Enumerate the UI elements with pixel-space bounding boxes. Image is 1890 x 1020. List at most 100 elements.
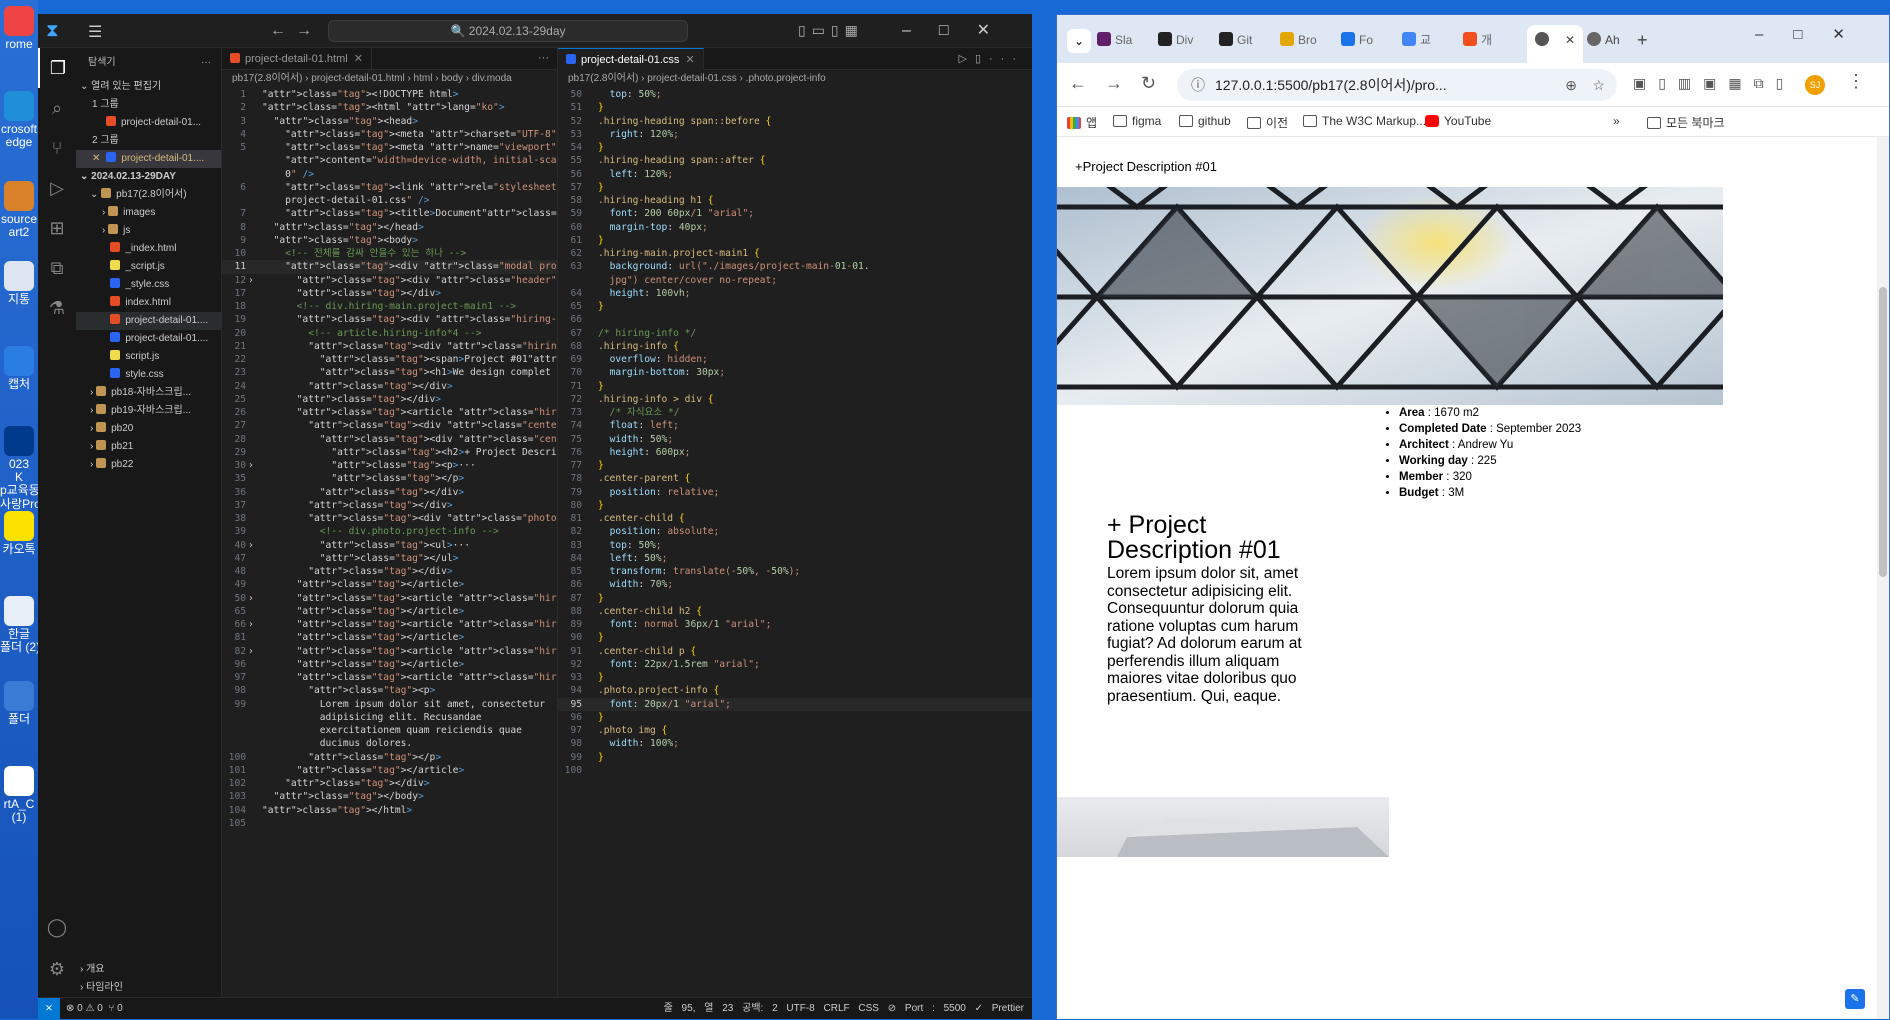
more-menu-icon[interactable]: ⋮ — [1847, 71, 1865, 92]
code-line[interactable]: jpg") center/cover no-repeat; — [558, 274, 1032, 287]
code-line[interactable]: 67 /* hiring-info */ — [558, 327, 1032, 340]
code-line[interactable]: 59 font: 200 60px/1 "arial"; — [558, 207, 1032, 220]
code-line[interactable]: 94 .photo.project-info { — [558, 684, 1032, 697]
code-line[interactable]: 75 width: 50%; — [558, 433, 1032, 446]
code-line[interactable]: 7 "attr">class="tag"><title>Document"att… — [222, 207, 557, 220]
tab-active[interactable]: ✕ — [1527, 25, 1584, 63]
code-line[interactable]: adipisicing elit. Recusandae — [222, 711, 557, 724]
tab-search-chevron-icon[interactable]: ⌄ — [1067, 29, 1091, 53]
code-line[interactable]: 66 › "attr">class="tag"><article "attr">c… — [222, 618, 557, 631]
open-editors-section[interactable]: ⌄ 열려 있는 편집기 — [76, 78, 221, 96]
tree-item[interactable]: _style.css — [76, 276, 221, 294]
code-line[interactable]: 5 "attr">class="tag"><meta "attr">name="… — [222, 141, 557, 154]
desktop-shortcut[interactable]: 지통 — [0, 261, 38, 306]
status-right-items[interactable]: 줄 95, 열 23 공백: 2 UTF-8 CRLF CSS ⊘ Port :… — [664, 998, 1024, 1020]
code-line[interactable]: 99} — [558, 751, 1032, 764]
run-debug-icon[interactable]: ▷ — [38, 168, 76, 208]
code-line[interactable]: 39 <!-- div.photo.project-info --> — [222, 525, 557, 538]
code-line[interactable]: 48 "attr">class="tag"></div> — [222, 565, 557, 578]
desktop-shortcut[interactable]: 캡처 — [0, 346, 38, 391]
code-line[interactable]: 21 "attr">class="tag"><div "attr">class=… — [222, 340, 557, 353]
close-icon[interactable]: ✕ — [354, 53, 363, 65]
code-line[interactable]: 10 <!-- 전체를 감싸 안을수 있는 하나 --> — [222, 247, 557, 260]
account-icon[interactable]: ◯ — [38, 907, 76, 947]
remote-indicator-icon[interactable]: ⨯ — [38, 998, 60, 1020]
editor-group-1[interactable]: 1 그룹 — [76, 96, 221, 114]
code-line[interactable]: 81 "attr">class="tag"></article> — [222, 631, 557, 644]
code-line[interactable]: 81 .center-child { — [558, 512, 1032, 525]
code-line[interactable]: 101 "attr">class="tag"></article> — [222, 764, 557, 777]
code-line[interactable]: 52 .hiring-heading span::before { — [558, 115, 1032, 128]
code-line[interactable]: 18 <!-- div.hiring-main.project-main1 --… — [222, 300, 557, 313]
remote-explorer-icon[interactable]: ⧉ — [38, 248, 76, 288]
bookmark-item[interactable]: figma — [1113, 114, 1161, 128]
code-line[interactable]: 3 "attr">class="tag"><head> — [222, 115, 557, 128]
tree-item[interactable]: style.css — [76, 366, 221, 384]
extension-icons[interactable]: ▣▯▥▣▦⧉▯ — [1633, 75, 1795, 92]
bookmark-item[interactable]: 이전 — [1247, 114, 1288, 131]
code-line[interactable]: 105 — [222, 817, 557, 830]
outline-section[interactable]: › 개요 — [76, 961, 221, 979]
css-code-area[interactable]: 50 top: 50%; 51} 52 .hiring-heading span::b… — [558, 88, 1032, 997]
code-line[interactable]: 95 font: 20px/1 "arial"; — [558, 697, 1032, 711]
fold-chevron-icon[interactable]: › — [248, 539, 254, 552]
browser-tab[interactable]: Fo — [1341, 27, 1373, 53]
code-line[interactable]: 0" /> — [222, 168, 557, 181]
code-line[interactable]: 30 › "attr">class="tag"><p>··· — [222, 459, 557, 472]
desktop-shortcut[interactable]: rtA_C (1) — [0, 766, 38, 824]
explorer-icon[interactable]: ❐ — [38, 48, 76, 88]
code-line[interactable]: 61} — [558, 234, 1032, 247]
browser-tab[interactable]: Bro — [1280, 27, 1317, 53]
bookmark-item[interactable]: 앱 — [1067, 114, 1097, 131]
code-line[interactable]: 88 .center-child h2 { — [558, 605, 1032, 618]
history-nav-arrows[interactable]: ←→ — [270, 22, 322, 40]
code-line[interactable]: 12 › "attr">class="tag"><div "attr">class… — [222, 274, 557, 287]
code-line[interactable]: 51} — [558, 101, 1032, 114]
problems-indicator[interactable]: ⊗ 0 ⚠ 0 ⑂ 0 — [66, 998, 123, 1020]
code-line[interactable]: 76 height: 600px; — [558, 446, 1032, 459]
code-line[interactable]: 38 "attr">class="tag"><div "attr">class=… — [222, 512, 557, 525]
code-line[interactable]: 9 "attr">class="tag"><body> — [222, 234, 557, 247]
open-editor-item-active[interactable]: ✕ project-detail-01.... — [76, 150, 221, 168]
code-line[interactable]: 25 "attr">class="tag"></div> — [222, 393, 557, 406]
code-line[interactable]: 82 position: absolute; — [558, 525, 1032, 538]
code-line[interactable]: 98 "attr">class="tag"><p> — [222, 684, 557, 697]
browser-tab[interactable]: Div — [1158, 27, 1193, 53]
layout-toggle-icons[interactable]: ▯▭▯▦ — [798, 22, 864, 39]
desktop-shortcut[interactable]: 폴더 — [0, 681, 38, 726]
tree-item[interactable]: project-detail-01.... — [76, 312, 221, 330]
code-line[interactable]: 29 "attr">class="tag"><h2>+ Project Desc… — [222, 446, 557, 459]
page-scrollbar[interactable] — [1877, 137, 1889, 1019]
code-line[interactable]: 65 "attr">class="tag"></article> — [222, 605, 557, 618]
code-line[interactable]: 84 left: 50%; — [558, 552, 1032, 565]
code-line[interactable]: 22 "attr">class="tag"><span>Project #01"… — [222, 353, 557, 366]
workspace-section[interactable]: ⌄ 2024.02.13-29DAY — [76, 168, 221, 186]
code-line[interactable]: 83 top: 50%; — [558, 539, 1032, 552]
address-bar[interactable]: ⓘ 127.0.0.1:5500/pb17(2.8이어서)/pro... ⊕ ☆ — [1177, 69, 1617, 101]
tree-item[interactable]: index.html — [76, 294, 221, 312]
hamburger-menu-icon[interactable]: ☰ — [88, 22, 102, 42]
tree-item[interactable]: _script.js — [76, 258, 221, 276]
code-line[interactable]: 1 "attr">class="tag"><!DOCTYPE html> — [222, 88, 557, 101]
code-line[interactable]: 102 "attr">class="tag"></div> — [222, 777, 557, 790]
code-line[interactable]: 53 right: 120%; — [558, 128, 1032, 141]
tree-item[interactable]: › pb21 — [76, 438, 221, 456]
code-line[interactable]: 54} — [558, 141, 1032, 154]
desktop-shortcut[interactable]: rome — [0, 6, 38, 51]
edit-pen-icon[interactable]: ✎ — [1845, 989, 1865, 1009]
tab-css-file[interactable]: project-detail-01.css ✕ — [558, 48, 704, 70]
tree-item[interactable]: project-detail-01.... — [76, 330, 221, 348]
code-line[interactable]: 96} — [558, 711, 1032, 724]
code-line[interactable]: "attr">content="width=device-width, init… — [222, 154, 557, 167]
code-line[interactable]: 69 overflow: hidden; — [558, 353, 1032, 366]
code-line[interactable]: 20 <!-- article.hiring-info*4 --> — [222, 327, 557, 340]
close-icon[interactable]: ✕ — [1565, 33, 1575, 47]
code-line[interactable]: 55 .hiring-heading span::after { — [558, 154, 1032, 167]
code-line[interactable]: 57} — [558, 181, 1032, 194]
code-line[interactable]: 26 "attr">class="tag"><article "attr">cl… — [222, 406, 557, 419]
search-icon[interactable]: ⌕ — [38, 88, 76, 128]
close-icon[interactable]: ✕ — [685, 54, 694, 66]
code-line[interactable]: 77} — [558, 459, 1032, 472]
tree-item[interactable]: › pb18-자바스크립... — [76, 384, 221, 402]
code-line[interactable]: 50 top: 50%; — [558, 88, 1032, 101]
